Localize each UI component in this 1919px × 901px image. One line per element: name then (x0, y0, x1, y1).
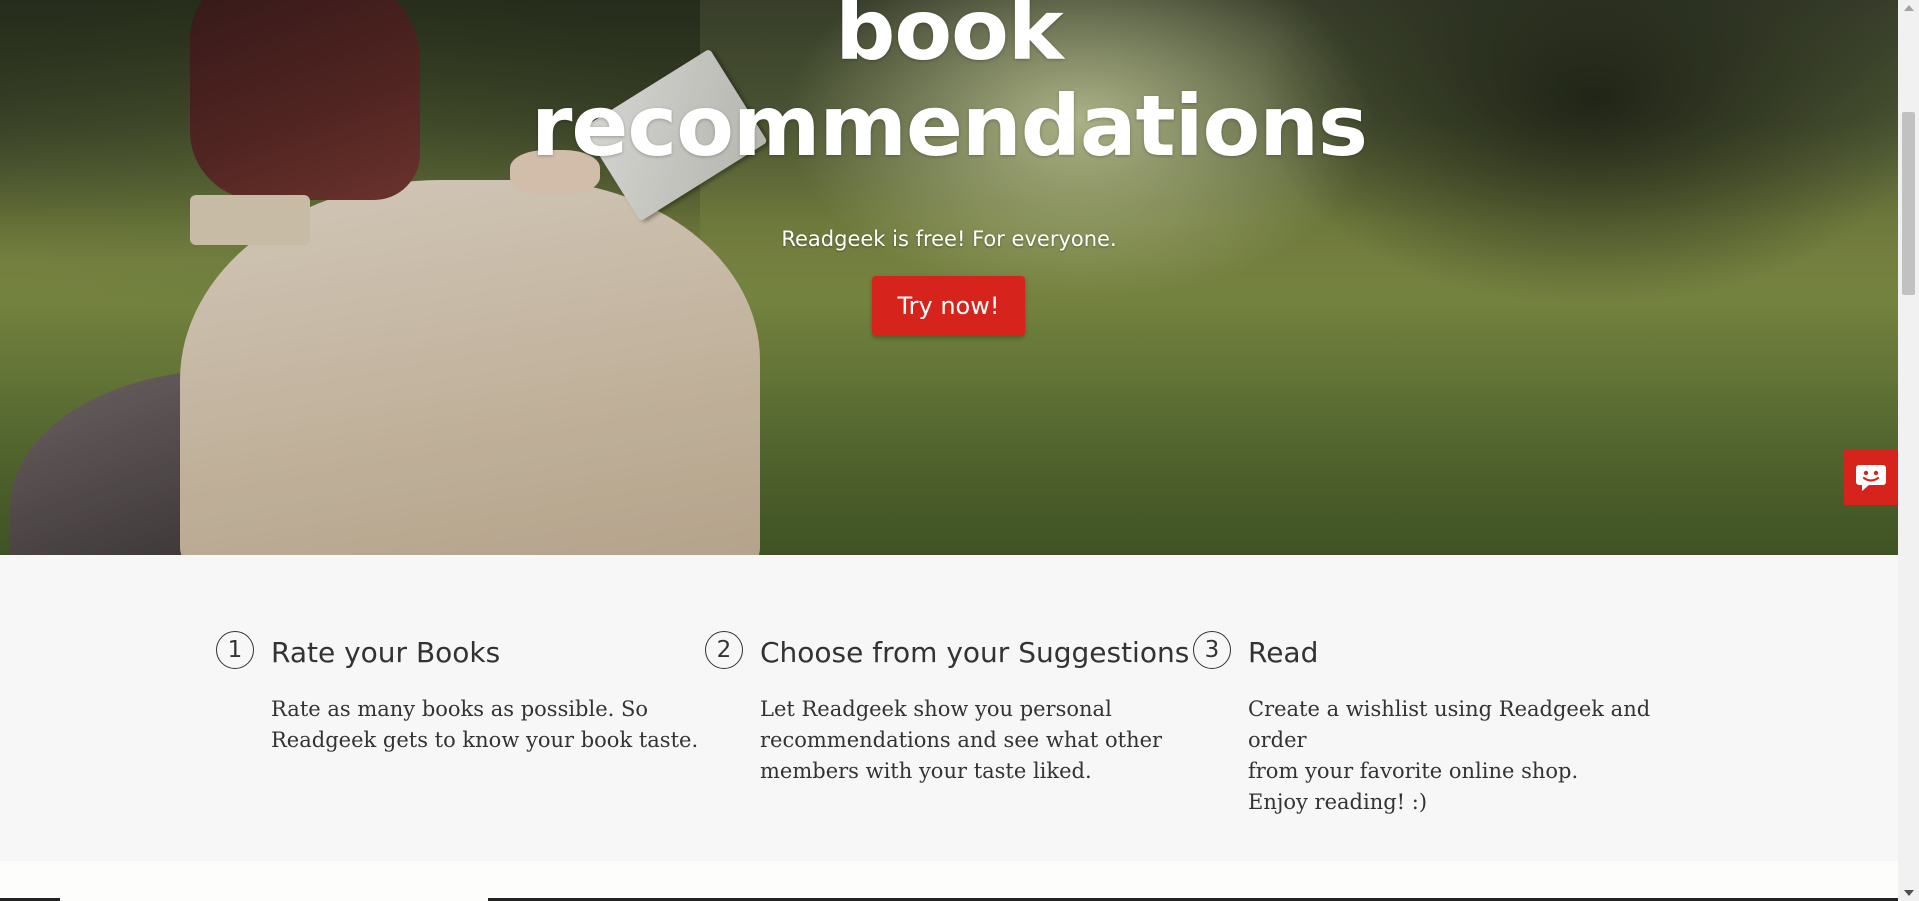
step-description: Rate as many books as possible. So Readg… (271, 697, 699, 752)
step-title: Read (1248, 636, 1319, 669)
step-title: Rate your Books (271, 636, 501, 669)
step-description: Let Readgeek show you personal recommend… (760, 697, 1163, 783)
scroll-down-arrow-icon[interactable] (1904, 890, 1914, 896)
step-description: Create a wishlist using Readgeek and ord… (1248, 697, 1651, 814)
hero-section: book recommendations Readgeek is free! F… (0, 0, 1898, 555)
scroll-up-arrow-icon[interactable] (1904, 5, 1914, 11)
try-now-button[interactable]: Try now! (872, 276, 1025, 336)
scrollbar-thumb[interactable] (1902, 112, 1915, 295)
how-it-works-section: 1 Rate your Books Rate as many books as … (0, 555, 1898, 861)
step-number-badge: 2 (705, 631, 743, 669)
page-scrollbar[interactable] (1898, 0, 1919, 901)
hero-title: book recommendations (0, 0, 1898, 174)
feedback-tab-button[interactable] (1844, 449, 1898, 505)
hero-subtitle: Readgeek is free! For everyone. (781, 227, 1117, 251)
step-title: Choose from your Suggestions (760, 636, 1190, 669)
next-section-edge (0, 861, 1898, 901)
chat-face-icon (1856, 465, 1886, 491)
hero-title-line1: book (835, 0, 1063, 79)
hero-title-line2: recommendations (531, 77, 1368, 175)
step-number-badge: 1 (216, 631, 254, 669)
step-number-badge: 3 (1193, 631, 1231, 669)
